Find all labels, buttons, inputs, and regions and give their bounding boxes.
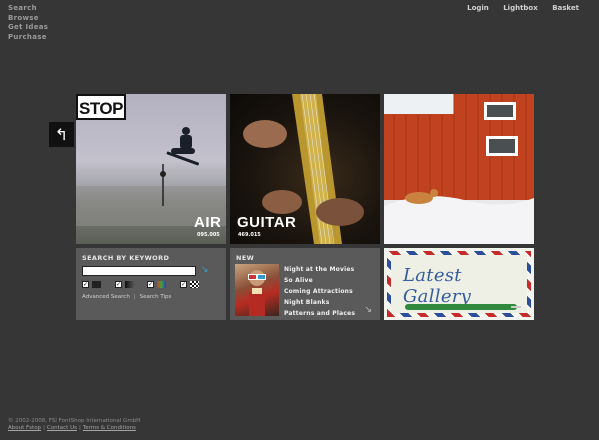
moviegoer-image: [248, 270, 266, 316]
gallery-inner: Latest Gallery: [391, 255, 527, 313]
filter-row: ✓ ✓ ✓ ✓: [82, 281, 212, 289]
tile-barn[interactable]: [384, 94, 534, 244]
search-tips-link[interactable]: Search Tips: [140, 294, 172, 300]
back-arrow-icon[interactable]: ↰: [49, 122, 74, 147]
checkbox[interactable]: ✓: [147, 281, 154, 288]
pen-tip: [511, 306, 521, 308]
footer-separator: |: [78, 425, 81, 431]
keyword-input[interactable]: [82, 266, 196, 276]
pen-icon: [405, 304, 517, 310]
top-nav: Login Lightbox Basket: [455, 4, 579, 12]
checkbox[interactable]: ✓: [82, 281, 89, 288]
link-separator: |: [133, 294, 136, 300]
new-heading: NEW: [236, 254, 255, 262]
about-fstop-link[interactable]: About Fstop: [8, 425, 41, 431]
airmail-border: Latest Gallery: [387, 251, 531, 317]
more-arrow-icon[interactable]: ↘: [364, 305, 372, 315]
new-item-night-at-the-movies[interactable]: Night at the Movies: [284, 264, 355, 275]
basket-link[interactable]: Basket: [552, 4, 579, 12]
tile-guitar[interactable]: GUITAR 469.015: [230, 94, 380, 244]
nav-purchase[interactable]: Purchase: [8, 33, 48, 43]
nav-search[interactable]: Search: [8, 4, 48, 14]
lightbox-link[interactable]: Lightbox: [503, 4, 538, 12]
search-heading: SEARCH BY KEYWORD: [82, 254, 170, 262]
new-panel: NEW Night at the Movies So Alive Coming …: [230, 248, 380, 320]
new-list: Night at the Movies So Alive Coming Attr…: [284, 264, 355, 319]
color-swatch-icon: [157, 281, 166, 288]
left-nav: Search Browse Get Ideas Purchase: [8, 4, 48, 42]
new-thumbnail-image[interactable]: [235, 264, 279, 316]
latest-gallery-title: Latest Gallery: [403, 265, 472, 307]
new-item-night-blanks[interactable]: Night Blanks: [284, 297, 355, 308]
copyright-text: © 2002-2008, FSI FontShop International …: [8, 418, 141, 424]
new-item-patterns-and-places[interactable]: Patterns and Places: [284, 308, 355, 319]
search-go-arrow-icon[interactable]: ↘: [201, 265, 211, 275]
login-link[interactable]: Login: [467, 4, 489, 12]
tile-guitar-count: 469.015: [238, 232, 261, 238]
contact-us-link[interactable]: Contact Us: [47, 425, 77, 431]
duotone-swatch-icon: [125, 281, 134, 288]
tile-guitar-title: GUITAR: [237, 214, 297, 231]
nav-browse[interactable]: Browse: [8, 14, 48, 24]
new-item-coming-attractions[interactable]: Coming Attractions: [284, 286, 355, 297]
footer-links: About Fstop | Contact Us | Terms & Condition…: [8, 425, 140, 432]
nav-get-ideas[interactable]: Get Ideas: [8, 23, 48, 33]
tile-air-title: AIR: [194, 214, 222, 231]
barn-image: [384, 94, 534, 244]
checkbox[interactable]: ✓: [115, 281, 122, 288]
tile-air[interactable]: STOP AIR 095.005: [76, 94, 226, 244]
bw-swatch-icon: [92, 281, 101, 288]
new-item-so-alive[interactable]: So Alive: [284, 275, 355, 286]
footer: © 2002-2008, FSI FontShop International …: [8, 418, 140, 432]
latest-gallery-tile[interactable]: Latest Gallery: [384, 248, 534, 320]
advanced-search-link[interactable]: Advanced Search: [82, 294, 130, 300]
search-panel: SEARCH BY KEYWORD ↘ ✓ ✓ ✓ ✓ Advanced Sea…: [76, 248, 226, 320]
terms-link[interactable]: Terms & Conditions: [83, 425, 136, 431]
search-links: Advanced Search | Search Tips: [82, 294, 171, 300]
checkbox[interactable]: ✓: [180, 281, 187, 288]
footer-separator: |: [43, 425, 45, 431]
pattern-swatch-icon: [190, 281, 199, 288]
tile-air-count: 095.005: [197, 232, 220, 238]
